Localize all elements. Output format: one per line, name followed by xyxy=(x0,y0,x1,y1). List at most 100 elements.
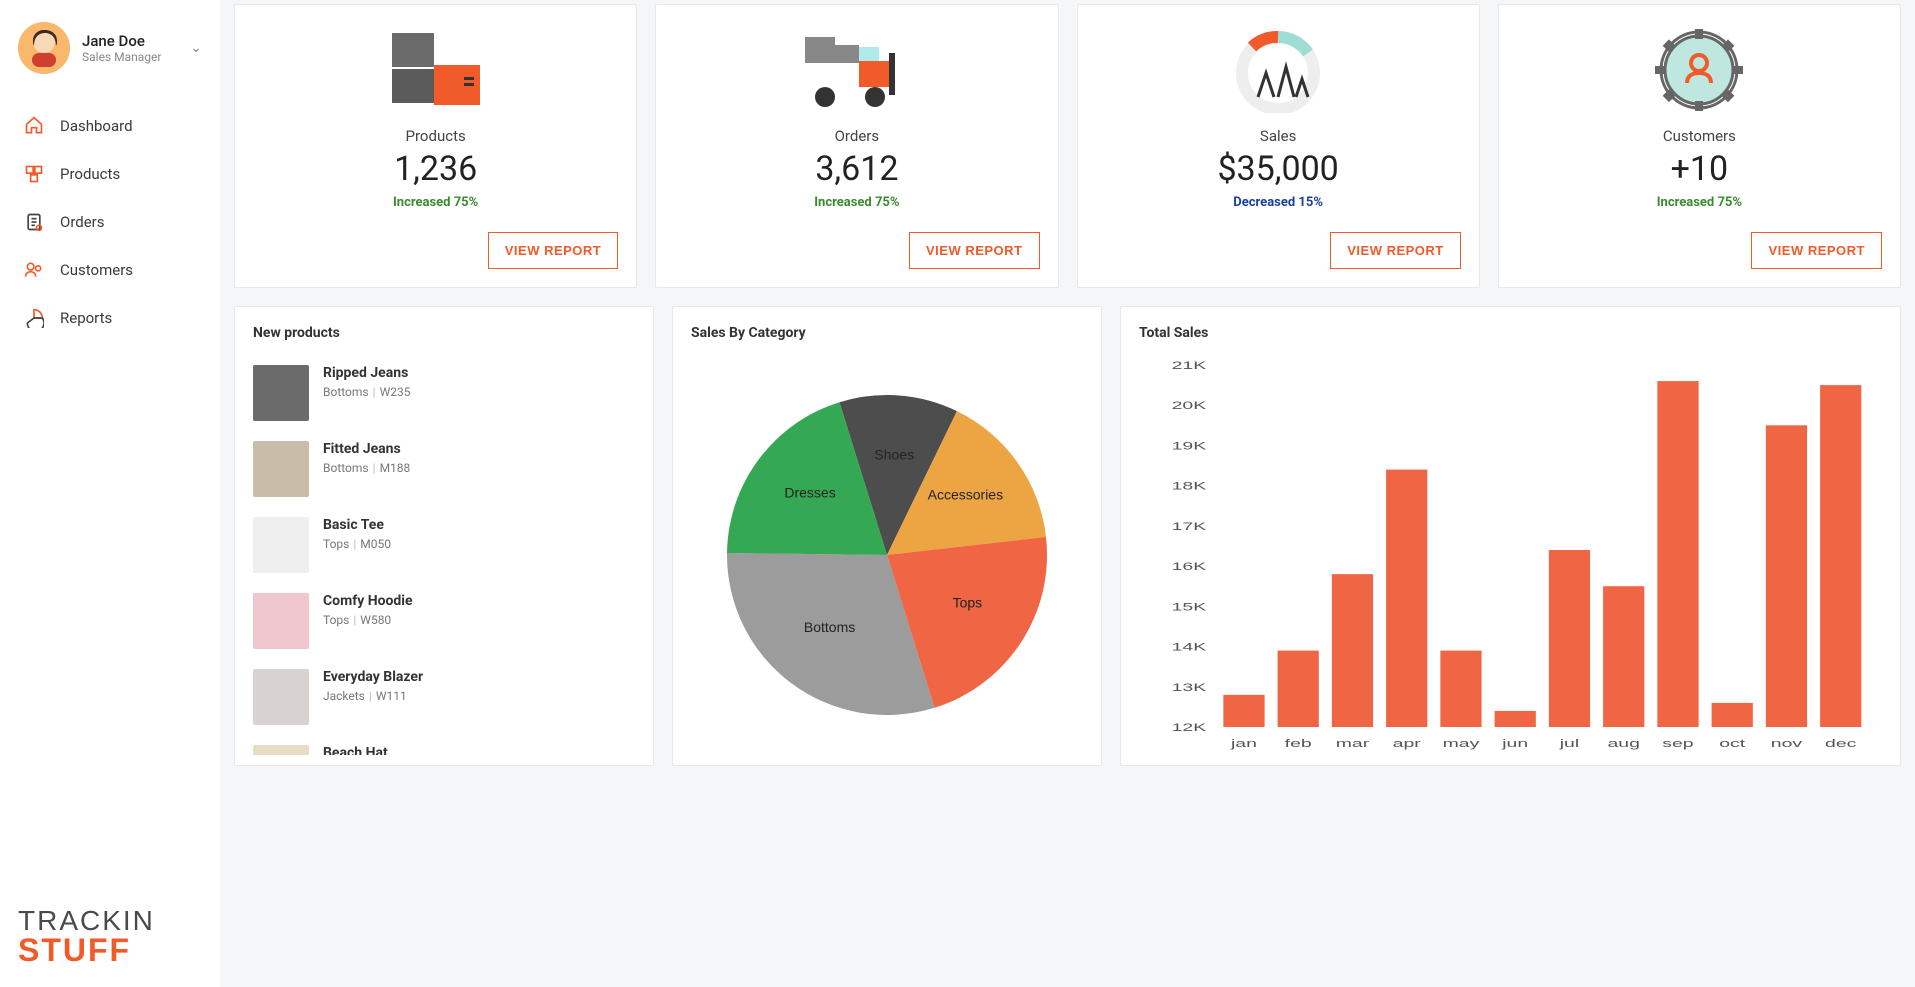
y-tick: 17K xyxy=(1172,521,1207,533)
logo: TRACKIN STUFF xyxy=(18,908,202,965)
y-tick: 20K xyxy=(1172,400,1207,412)
list-item[interactable]: Fitted Jeans Bottoms|M188 xyxy=(253,431,625,507)
product-name: Everyday Blazer xyxy=(323,669,423,685)
brand-bot: STUFF xyxy=(18,935,202,965)
x-tick: sep xyxy=(1662,738,1694,750)
list-item[interactable]: Comfy Hoodie Tops|W580 xyxy=(253,583,625,659)
bar xyxy=(1386,470,1427,727)
product-meta: Bottoms|M188 xyxy=(323,461,410,475)
user-role: Sales Manager xyxy=(82,50,178,64)
product-thumb xyxy=(253,365,309,421)
kpi-value: +10 xyxy=(1671,149,1729,189)
bar xyxy=(1549,550,1590,727)
x-tick: dec xyxy=(1825,738,1856,750)
product-name: Beach Hat xyxy=(323,745,430,755)
brand-top: TRACKIN xyxy=(18,908,202,935)
bar xyxy=(1820,385,1861,727)
main: Products 1,236 Increased 75% VIEW REPORT… xyxy=(220,0,1915,987)
product-name: Basic Tee xyxy=(323,517,391,533)
clipboard-icon xyxy=(24,212,44,232)
product-thumb xyxy=(253,745,309,755)
x-tick: feb xyxy=(1285,738,1312,750)
view-report-button[interactable]: VIEW REPORT xyxy=(909,232,1040,269)
avatar xyxy=(18,22,70,74)
x-tick: aug xyxy=(1607,738,1639,750)
y-tick: 18K xyxy=(1172,481,1207,493)
pie-label: Shoes xyxy=(874,446,914,462)
gear-badge-icon xyxy=(1649,27,1749,113)
gauge-icon xyxy=(1228,27,1328,113)
kpi-card-customers: Customers +10 Increased 75% VIEW REPORT xyxy=(1498,4,1901,288)
product-name: Comfy Hoodie xyxy=(323,593,413,609)
user-name: Jane Doe xyxy=(82,32,178,50)
bar xyxy=(1223,695,1264,727)
list-item[interactable]: Ripped Jeans Bottoms|W235 xyxy=(253,355,625,431)
pie-label: Bottoms xyxy=(804,619,855,635)
kpi-title: Sales xyxy=(1260,127,1296,145)
view-report-button[interactable]: VIEW REPORT xyxy=(1751,232,1882,269)
user-block[interactable]: Jane Doe Sales Manager ⌄ xyxy=(18,22,202,74)
bar-chart: 12K13K14K15K16K17K18K19K20K21Kjanfebmara… xyxy=(1139,355,1882,755)
x-tick: mar xyxy=(1336,738,1370,750)
y-tick: 15K xyxy=(1172,601,1207,613)
product-meta: Tops|W580 xyxy=(323,613,413,627)
panel-sales-by-category: Sales By Category Shoes Accessories Tops Bo… xyxy=(672,306,1102,766)
bar xyxy=(1766,425,1807,727)
product-meta: Bottoms|W235 xyxy=(323,385,410,399)
kpi-title: Customers xyxy=(1663,127,1736,145)
nav-label: Reports xyxy=(60,309,112,327)
nav-label: Customers xyxy=(60,261,133,279)
bar xyxy=(1712,703,1753,727)
list-item[interactable]: Basic Tee Tops|M050 xyxy=(253,507,625,583)
sidebar-item-reports[interactable]: Reports xyxy=(18,294,202,342)
x-tick: jan xyxy=(1230,738,1257,750)
x-tick: nov xyxy=(1771,738,1802,750)
product-name: Fitted Jeans xyxy=(323,441,410,457)
product-thumb xyxy=(253,517,309,573)
sidebar-item-orders[interactable]: Orders xyxy=(18,198,202,246)
pie-label: Dresses xyxy=(784,485,835,501)
kpi-card-products: Products 1,236 Increased 75% VIEW REPORT xyxy=(234,4,637,288)
nav: Dashboard Products Orders Customers Repo… xyxy=(18,102,202,342)
sidebar: Jane Doe Sales Manager ⌄ Dashboard Produ… xyxy=(0,0,220,987)
boxes-icon xyxy=(24,164,44,184)
view-report-button[interactable]: VIEW REPORT xyxy=(488,232,619,269)
product-name: Ripped Jeans xyxy=(323,365,410,381)
kpi-title: Orders xyxy=(835,127,880,145)
list-item[interactable]: Everyday Blazer Jackets|W111 xyxy=(253,659,625,735)
kpi-delta: Increased 75% xyxy=(814,195,899,210)
kpi-card-orders: Orders 3,612 Increased 75% VIEW REPORT xyxy=(655,4,1058,288)
x-tick: may xyxy=(1443,738,1480,750)
product-list[interactable]: Ripped Jeans Bottoms|W235 Fitted Jeans B… xyxy=(253,355,635,755)
bar xyxy=(1278,651,1319,727)
y-tick: 12K xyxy=(1172,722,1207,734)
x-tick: apr xyxy=(1393,738,1421,750)
y-tick: 19K xyxy=(1172,440,1207,452)
panel-new-products: New products Ripped Jeans Bottoms|W235 F… xyxy=(234,306,654,766)
y-tick: 13K xyxy=(1172,682,1207,694)
y-tick: 16K xyxy=(1172,561,1207,573)
sidebar-item-customers[interactable]: Customers xyxy=(18,246,202,294)
kpi-card-sales: Sales $35,000 Decreased 15% VIEW REPORT xyxy=(1077,4,1480,288)
x-tick: oct xyxy=(1719,738,1746,750)
home-icon xyxy=(24,116,44,136)
pie-label: Accessories xyxy=(928,487,1003,503)
list-item[interactable]: Beach Hat Accessories|W322 xyxy=(253,735,625,755)
pie-label: Tops xyxy=(953,594,983,610)
users-icon xyxy=(24,260,44,280)
bar xyxy=(1657,381,1698,727)
x-tick: jul xyxy=(1559,738,1580,750)
panels: New products Ripped Jeans Bottoms|W235 F… xyxy=(234,306,1901,766)
bar xyxy=(1495,711,1536,727)
product-meta: Jackets|W111 xyxy=(323,689,423,703)
sidebar-item-dashboard[interactable]: Dashboard xyxy=(18,102,202,150)
chevron-down-icon[interactable]: ⌄ xyxy=(190,40,202,56)
bar xyxy=(1603,586,1644,727)
y-tick: 14K xyxy=(1172,642,1207,654)
panel-heading: Sales By Category xyxy=(691,325,1083,341)
product-meta: Tops|M050 xyxy=(323,537,391,551)
bar xyxy=(1332,574,1373,727)
view-report-button[interactable]: VIEW REPORT xyxy=(1330,232,1461,269)
product-thumb xyxy=(253,441,309,497)
sidebar-item-products[interactable]: Products xyxy=(18,150,202,198)
